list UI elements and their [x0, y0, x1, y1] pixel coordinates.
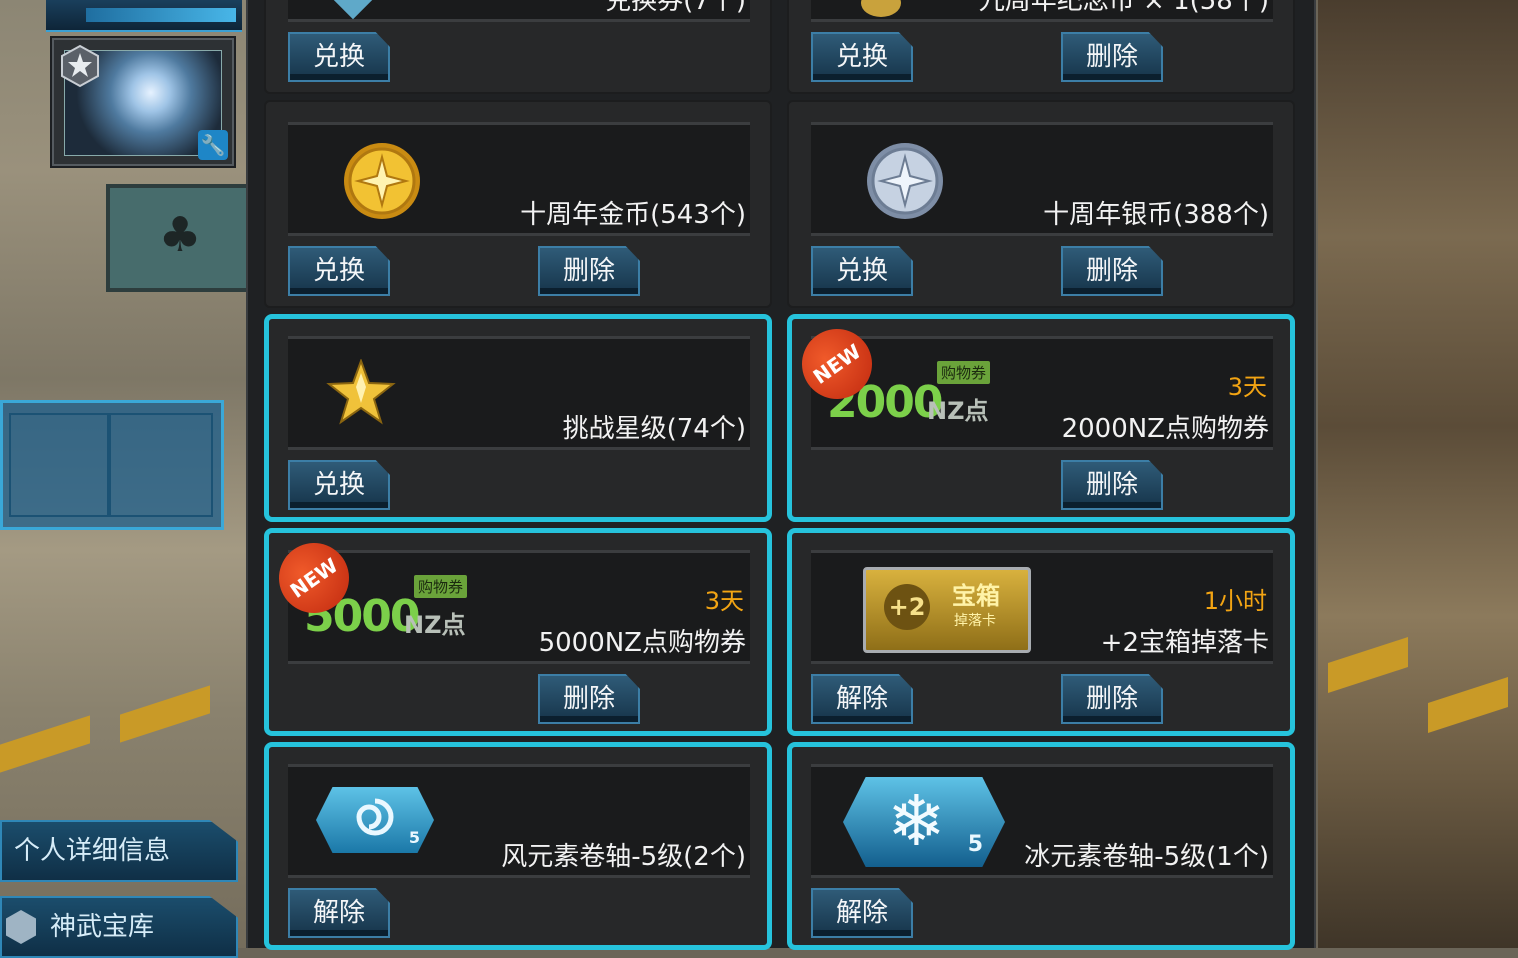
delete-button[interactable]: 删除 — [538, 674, 640, 724]
club-icon: ♣ — [158, 207, 202, 263]
item-name: +2宝箱掉落卡 — [1100, 628, 1269, 658]
inventory-card: 兑换券(7个) 兑换 — [264, 0, 772, 94]
exchange-button[interactable]: 兑换 — [288, 460, 390, 510]
rank-badge-icon — [61, 44, 99, 88]
inventory-card-selected[interactable]: +2 宝箱 掉落卡 1小时 +2宝箱掉落卡 解除 删除 — [787, 528, 1295, 736]
item-display: +2 宝箱 掉落卡 1小时 +2宝箱掉落卡 — [811, 550, 1273, 664]
item-display: 2000 NZ点 购物券 3天 2000NZ点购物券 — [811, 336, 1273, 450]
voucher-tag: 购物券 — [414, 575, 468, 598]
voucher-tag: 购物券 — [937, 361, 991, 384]
sidebar-item-label: 神武宝库 — [50, 912, 155, 942]
exchange-button[interactable]: 兑换 — [811, 246, 913, 296]
item-display: 5 风元素卷轴-5级(2个) — [288, 764, 750, 878]
exchange-button[interactable]: 兑换 — [811, 32, 913, 82]
inventory-card-selected[interactable]: 5 风元素卷轴-5级(2个) 解除 — [264, 742, 772, 950]
star-icon — [326, 359, 396, 425]
unbind-button[interactable]: 解除 — [811, 888, 913, 938]
item-display: 挑战星级(74个) — [288, 336, 750, 450]
item-name: 5000NZ点购物券 — [538, 628, 746, 658]
item-display: 十周年金币(543个) — [288, 122, 750, 236]
progress-bar — [46, 0, 242, 32]
voucher-icon — [331, 0, 375, 20]
item-name: 2000NZ点购物券 — [1061, 414, 1269, 444]
exchange-button[interactable]: 兑换 — [288, 246, 390, 296]
sidebar-item-profile[interactable]: 个人详细信息 — [0, 820, 238, 882]
gold-coin-icon — [344, 143, 420, 219]
coin-icon — [861, 0, 901, 17]
ice-scroll-icon: ❄ 5 — [843, 777, 1005, 867]
item-display: 兑换券(7个) — [288, 0, 750, 22]
item-duration: 3天 — [704, 587, 744, 615]
inventory-card-selected[interactable]: 挑战星级(74个) 兑换 — [264, 314, 772, 522]
inventory-card: 十周年银币(388个) 兑换 删除 — [787, 100, 1295, 308]
delete-button[interactable]: 删除 — [1061, 460, 1163, 510]
delete-button[interactable]: 删除 — [1061, 674, 1163, 724]
item-display: 十周年银币(388个) — [811, 122, 1273, 236]
delete-button[interactable]: 删除 — [1061, 32, 1163, 82]
chest-drop-card-icon: +2 宝箱 掉落卡 — [863, 567, 1031, 653]
item-name: 兑换券(7个) — [605, 0, 746, 16]
item-name: 十周年银币(388个) — [1043, 200, 1269, 230]
inventory-card-selected[interactable]: ❄ 5 冰元素卷轴-5级(1个) 解除 — [787, 742, 1295, 950]
item-duration: 3天 — [1227, 373, 1267, 401]
item-name: 挑战星级(74个) — [562, 414, 746, 444]
voucher-unit: NZ点 — [927, 397, 989, 425]
delete-button[interactable]: 删除 — [1061, 246, 1163, 296]
item-display: 5000 NZ点 购物券 3天 5000NZ点购物券 — [288, 550, 750, 664]
voucher-unit: NZ点 — [404, 611, 466, 639]
inventory-card-selected[interactable]: 2000 NZ点 购物券 3天 2000NZ点购物券 NEW 删除 — [787, 314, 1295, 522]
item-name: 冰元素卷轴-5级(1个) — [1024, 842, 1269, 872]
item-name: 风元素卷轴-5级(2个) — [501, 842, 746, 872]
item-display: 九周年纪念币 × 1(58个) — [811, 0, 1273, 22]
silver-coin-icon — [867, 143, 943, 219]
avatar-frame[interactable]: 🔧 — [52, 38, 234, 166]
item-display: ❄ 5 冰元素卷轴-5级(1个) — [811, 764, 1273, 878]
inventory-card-selected[interactable]: 5000 NZ点 购物券 3天 5000NZ点购物券 NEW 删除 — [264, 528, 772, 736]
sidebar-item-label: 个人详细信息 — [14, 836, 171, 866]
delete-button[interactable]: 删除 — [538, 246, 640, 296]
exchange-button[interactable]: 兑换 — [288, 32, 390, 82]
unbind-button[interactable]: 解除 — [288, 888, 390, 938]
background-right — [1318, 0, 1518, 948]
inventory-panel: 兑换券(7个) 兑换 九周年纪念币 × 1(58个) 兑换 删除 十周年金币(5… — [246, 0, 1316, 950]
wrench-icon[interactable]: 🔧 — [198, 130, 228, 160]
hazard-stripe — [1328, 637, 1408, 693]
wind-scroll-icon: 5 — [316, 787, 434, 853]
item-duration: 1小时 — [1203, 587, 1267, 615]
hazard-stripe — [1428, 677, 1508, 733]
sidebar-item-treasury[interactable]: 神武宝库 — [0, 896, 238, 958]
item-name: 十周年金币(543个) — [520, 200, 746, 230]
inventory-card: 九周年纪念币 × 1(58个) 兑换 删除 — [787, 0, 1295, 94]
item-name: 九周年纪念币 × 1(58个) — [978, 0, 1269, 16]
inventory-card: 十周年金币(543个) 兑换 删除 — [264, 100, 772, 308]
hexagon-icon — [6, 910, 36, 944]
unbind-button[interactable]: 解除 — [811, 674, 913, 724]
side-panel — [0, 400, 224, 530]
